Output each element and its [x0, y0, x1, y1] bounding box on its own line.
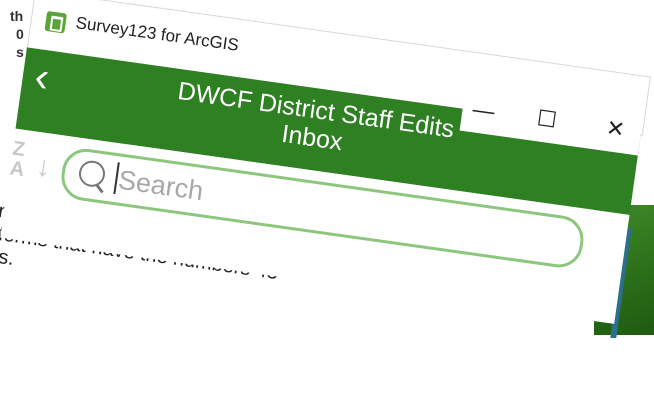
background-text-fragment: s	[16, 44, 24, 60]
background-text-fragment: 0	[16, 26, 24, 42]
sort-za-label: ZA	[8, 137, 27, 182]
window-title: Survey123 for ArcGIS	[74, 13, 241, 55]
close-button[interactable]: ✕	[605, 115, 627, 143]
maximize-button[interactable]: ☐	[535, 105, 558, 133]
back-chevron-icon[interactable]: ‹	[32, 52, 52, 100]
survey123-window: Survey123 for ArcGIS ‹ DWCF District Sta…	[0, 0, 654, 409]
minimize-button[interactable]: —	[471, 96, 496, 125]
background-text-fragment: th	[10, 8, 24, 24]
search-icon	[77, 159, 107, 189]
survey123-app-icon	[44, 10, 68, 34]
sort-arrow-icon: ↓	[34, 150, 53, 183]
